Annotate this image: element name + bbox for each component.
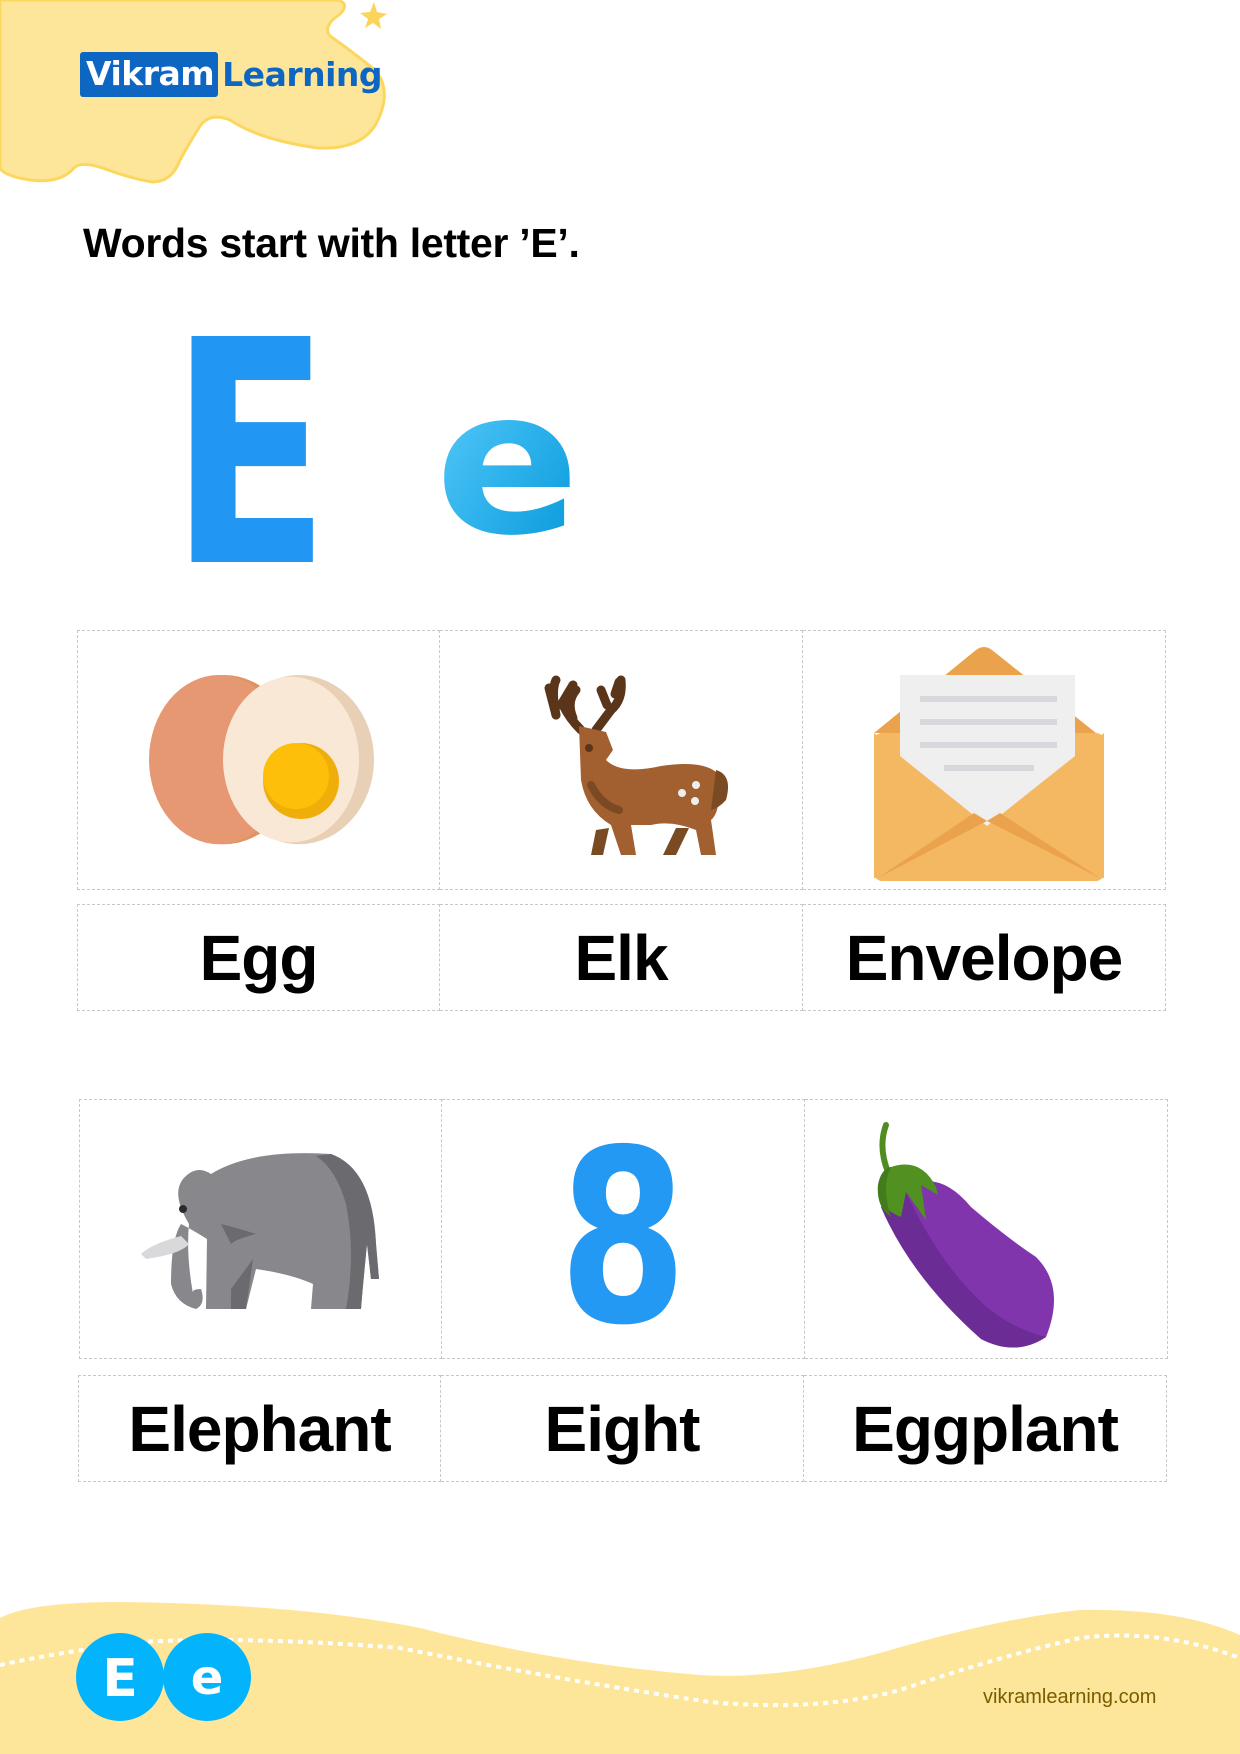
word-label-row-1: Egg Elk Envelope <box>77 904 1166 1011</box>
badge-lowercase-letter: e <box>191 1650 224 1706</box>
elk-icon <box>544 675 729 855</box>
word-label-elephant: Elephant <box>78 1375 441 1482</box>
word-label-eight: Eight <box>441 1375 804 1482</box>
svg-text:8: 8 <box>559 1129 687 1329</box>
star-icon <box>360 2 387 29</box>
word-label-row-2: Elephant Eight Eggplant <box>78 1375 1167 1482</box>
word-card-elephant-image <box>79 1099 442 1359</box>
word-card-egg-image <box>77 630 440 890</box>
number-eight-icon: 8 <box>559 1129 687 1329</box>
logo-part-vikram: Vikram <box>80 51 219 97</box>
word-card-elk-image <box>440 630 803 890</box>
uppercase-letter: E <box>170 310 330 580</box>
word-card-envelope-image <box>803 630 1166 890</box>
logo-part-learning: Learning <box>222 54 383 94</box>
eggplant-icon <box>877 1121 1054 1348</box>
word-image-row-2: 8 <box>79 1099 1168 1359</box>
worksheet-title: Words start with letter ’E’. <box>83 220 580 266</box>
envelope-icon <box>874 646 1104 881</box>
word-label-envelope: Envelope <box>803 904 1166 1011</box>
word-card-eight-image: 8 <box>442 1099 805 1359</box>
word-label-egg: Egg <box>77 904 440 1011</box>
word-label-elk: Elk <box>440 904 803 1011</box>
brand-logo[interactable]: Vikram Learning <box>80 50 383 98</box>
letter-badges: E e <box>76 1633 251 1721</box>
word-card-eggplant-image <box>805 1099 1168 1359</box>
word-label-eggplant: Eggplant <box>804 1375 1167 1482</box>
letter-display: E e <box>170 310 580 580</box>
website-link[interactable]: vikramlearning.com <box>983 1686 1156 1709</box>
word-image-row-1 <box>77 630 1166 890</box>
badge-uppercase-letter: E <box>102 1649 138 1709</box>
lowercase-letter: e <box>435 347 580 580</box>
elephant-icon <box>140 1153 379 1309</box>
egg-icon <box>148 675 374 845</box>
